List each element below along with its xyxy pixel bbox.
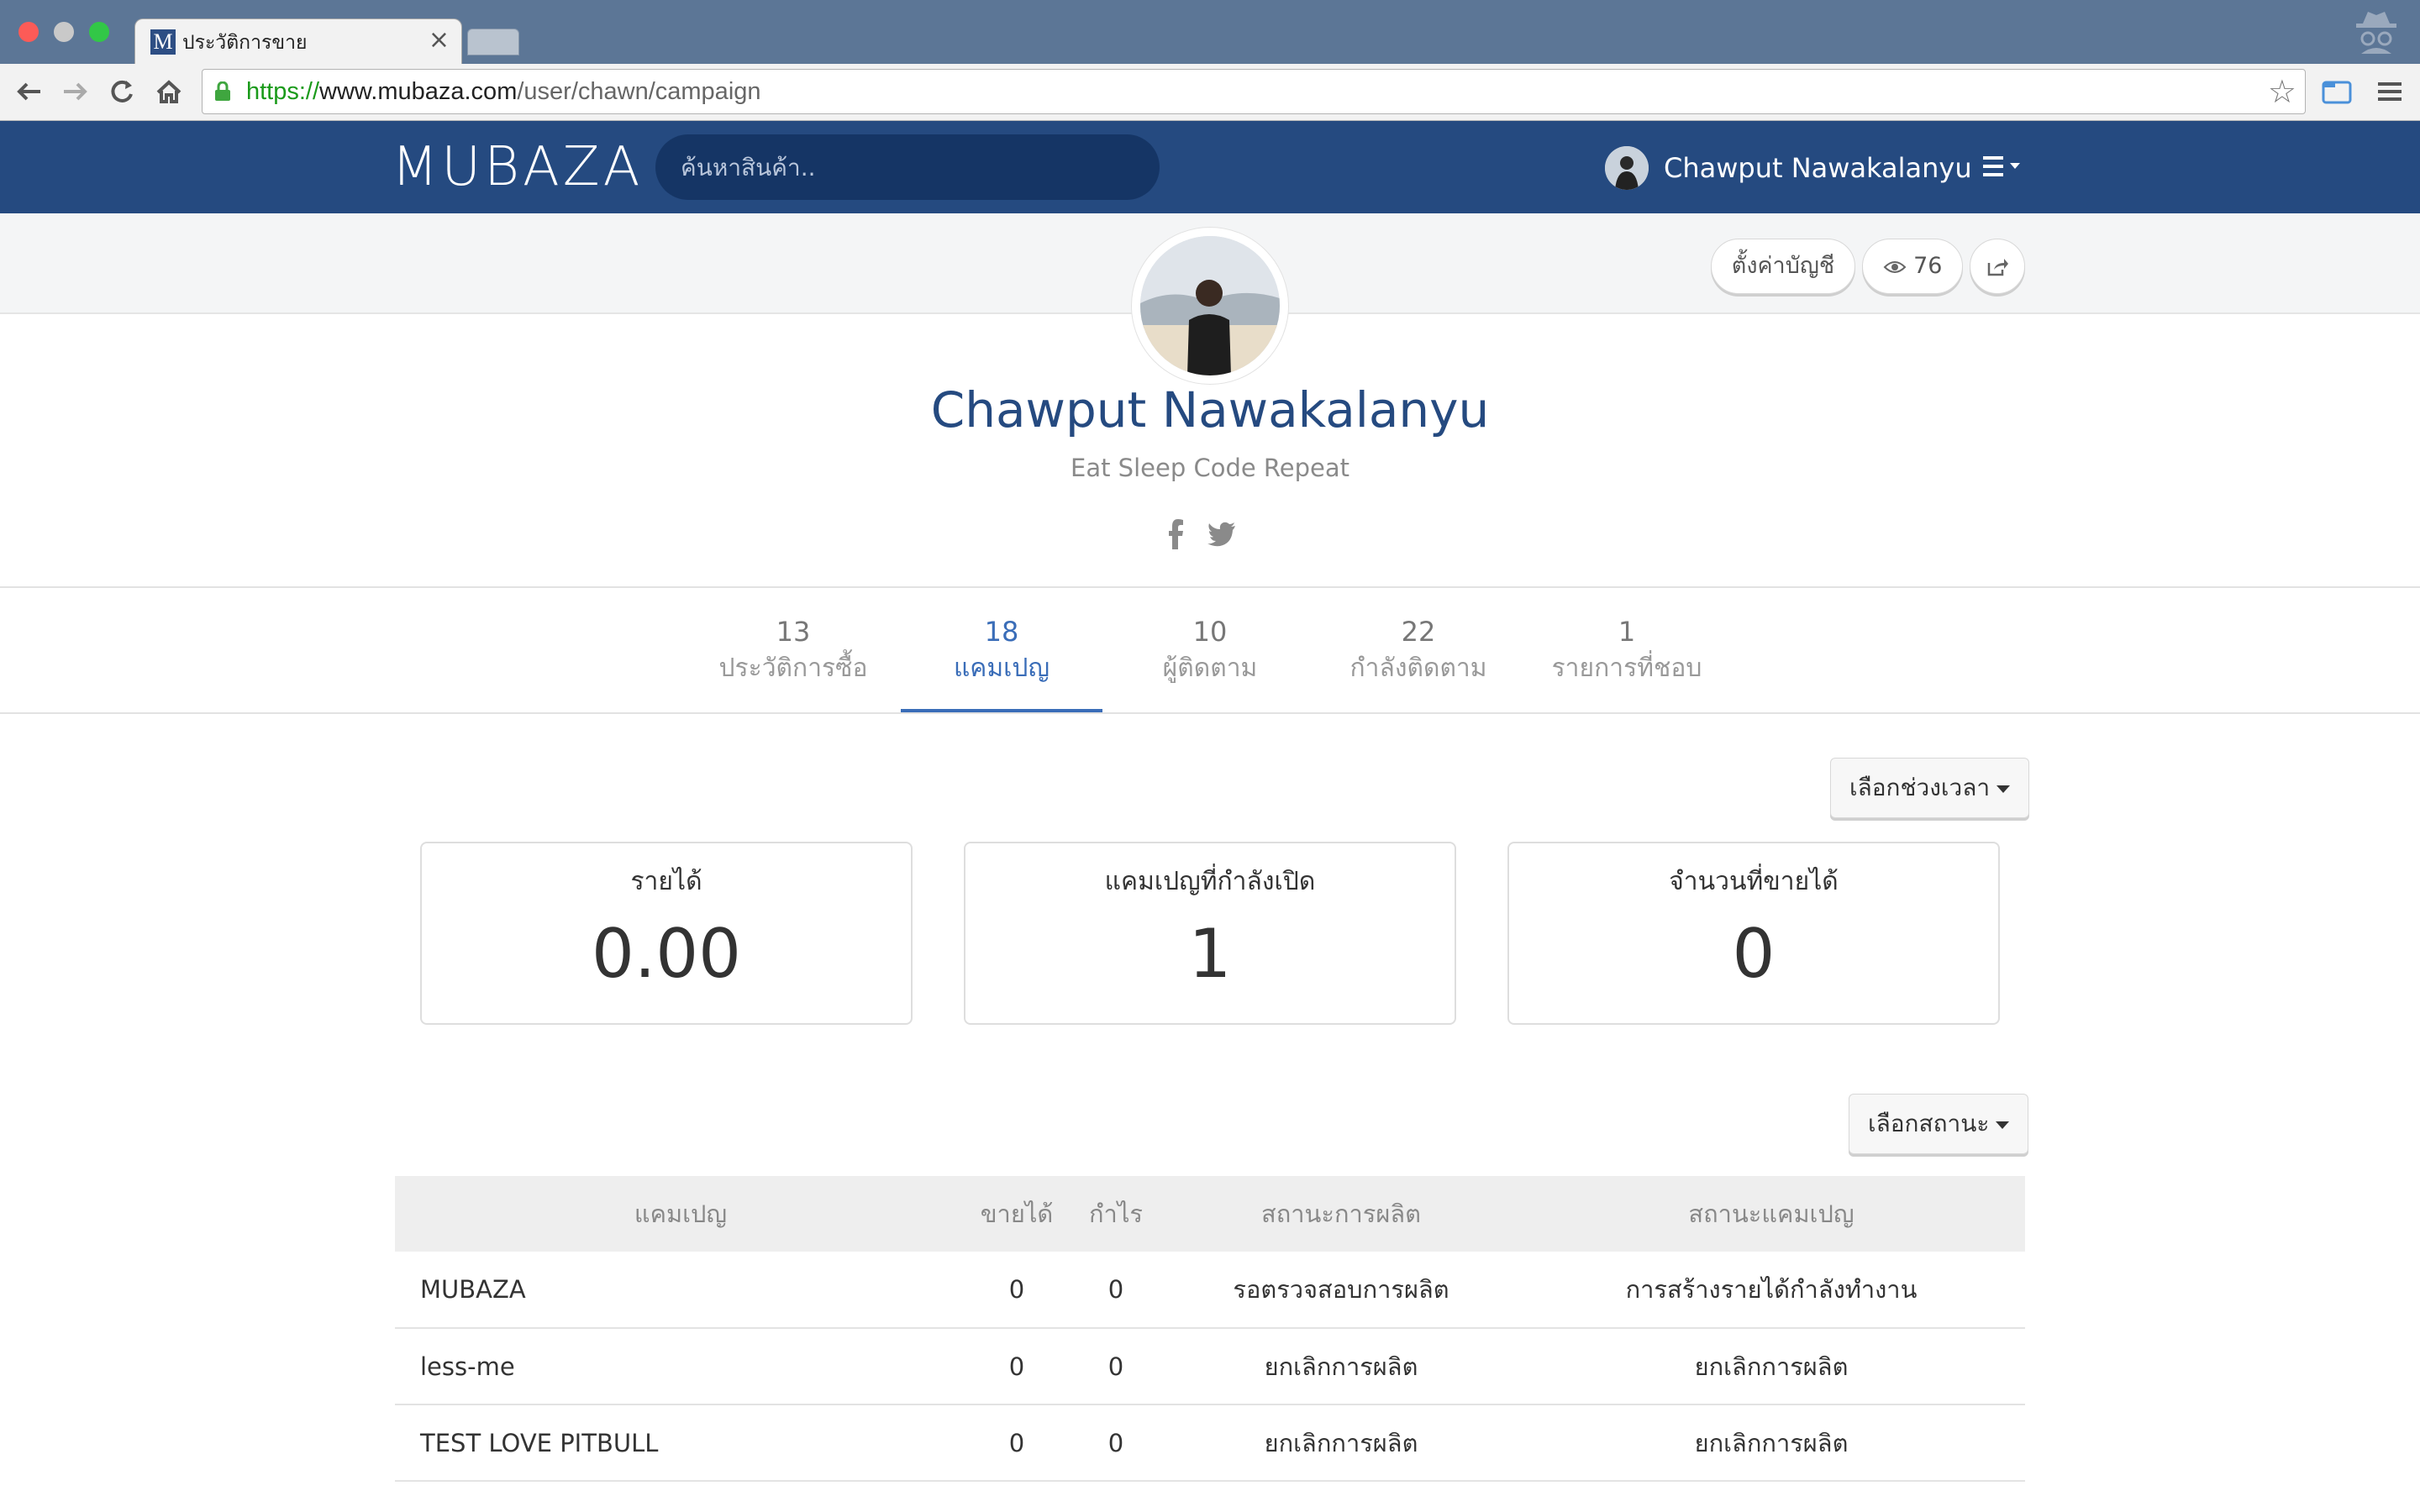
card-title: รายได้ [630, 867, 702, 896]
sold-cell: 0 [966, 1404, 1067, 1482]
card-value: 0 [1732, 915, 1776, 993]
period-dropdown-label: เลือกช่วงเวลา [1849, 774, 1991, 801]
facebook-icon[interactable] [1161, 517, 1192, 551]
tabs-divider [0, 712, 2420, 714]
card-title: จำนวนที่ขายได้ [1669, 867, 1839, 896]
profile-bio: Eat Sleep Code Repeat [1071, 454, 1349, 482]
card-value: 0.00 [591, 915, 742, 993]
tab-campaigns[interactable]: 18 แคมเปญ [901, 613, 1102, 712]
tab-count: 10 [1192, 616, 1228, 648]
header-user-name: Chawput Nawakalanyu [1664, 152, 1972, 184]
production-status-cell: ยกเลิกการผลิต [1165, 1328, 1518, 1405]
share-button[interactable] [1970, 239, 2025, 294]
new-tab-button[interactable] [467, 29, 519, 55]
tab-favorites[interactable]: 1 รายการที่ชอบ [1526, 613, 1728, 712]
profit-cell: 0 [1067, 1252, 1165, 1329]
open-campaigns-card: แคมเปญที่กำลังเปิด 1 [964, 842, 1456, 1025]
profile-name: Chawput Nawakalanyu [930, 381, 1490, 438]
tab-count: 1 [1618, 616, 1636, 648]
column-header-campaign[interactable]: แคมเปญ [395, 1176, 966, 1252]
browser-menu-icon[interactable] [2375, 76, 2405, 108]
card-value: 1 [1188, 915, 1232, 993]
profile-avatar [1131, 227, 1289, 385]
campaign-name[interactable]: MUBAZA [395, 1252, 966, 1329]
browser-tab-strip: M ประวัติการขาย × [0, 0, 2420, 66]
campaign-status-cell: ยกเลิกการผลิต [1518, 1404, 2025, 1482]
column-header-sold[interactable]: ขายได้ [966, 1176, 1067, 1252]
tab-count: 13 [776, 616, 811, 648]
tab-label: ผู้ติดตาม [1162, 654, 1258, 683]
forward-arrow-icon[interactable] [57, 74, 92, 109]
tab-label: รายการที่ชอบ [1551, 654, 1702, 683]
extension-folder-icon[interactable] [2321, 76, 2353, 108]
campaign-status-cell: การสร้างรายได้กำลังทำงาน [1518, 1252, 2025, 1329]
table-row[interactable]: TEST LOVE PITBULL 0 0 ยกเลิกการผลิต ยกเล… [395, 1404, 2025, 1482]
profile-divider [0, 586, 2420, 588]
tab-title: ประวัติการขาย [182, 31, 308, 53]
campaign-status-cell: ยกเลิกการผลิต [1518, 1328, 2025, 1405]
view-count: 76 [1913, 253, 1943, 279]
tab-count: 18 [984, 616, 1019, 648]
view-count-button[interactable]: 76 [1862, 239, 1963, 294]
tab-label: แคมเปญ [953, 654, 1050, 683]
table-row[interactable]: MUBAZA 0 0 รอตรวจสอบการผลิต การสร้างรายไ… [395, 1252, 2025, 1329]
caret-down-icon [1996, 785, 2011, 793]
search-input[interactable] [655, 134, 1160, 200]
close-window-button[interactable] [18, 22, 39, 42]
revenue-card: รายได้ 0.00 [420, 842, 913, 1025]
incognito-icon [2356, 12, 2396, 54]
tab-close-icon[interactable]: × [429, 28, 450, 53]
status-dropdown[interactable]: เลือกสถานะ [1849, 1094, 2029, 1154]
back-arrow-icon[interactable] [12, 74, 47, 109]
profit-cell: 0 [1067, 1404, 1165, 1482]
status-dropdown-label: เลือกสถานะ [1868, 1110, 1990, 1137]
maximize-window-button[interactable] [89, 22, 109, 42]
card-title: แคมเปญที่กำลังเปิด [1104, 867, 1316, 896]
tab-label: ประวัติการซื้อ [718, 654, 868, 683]
tab-label: กำลังติดตาม [1349, 654, 1487, 683]
browser-tab[interactable]: M ประวัติการขาย × [134, 18, 462, 66]
home-icon[interactable] [151, 74, 187, 109]
hamburger-menu-icon[interactable] [1980, 151, 2030, 185]
period-dropdown[interactable]: เลือกช่วงเวลา [1830, 758, 2030, 818]
table-header-row: แคมเปญ ขายได้ กำไร สถานะการผลิต สถานะแคม… [395, 1176, 2025, 1252]
production-status-cell: รอตรวจสอบการผลิต [1165, 1252, 1518, 1329]
eye-icon [1883, 260, 1906, 273]
url-text: https://www.mubaza.com/user/chawn/campai… [246, 78, 761, 105]
browser-toolbar: https://www.mubaza.com/user/chawn/campai… [0, 64, 2420, 121]
column-header-production-status[interactable]: สถานะการผลิต [1165, 1176, 1518, 1252]
campaign-name[interactable]: less-me [395, 1328, 966, 1405]
tab-following[interactable]: 22 กำลังติดตาม [1318, 613, 1519, 712]
units-sold-card: จำนวนที่ขายได้ 0 [1507, 842, 2000, 1025]
minimize-window-button[interactable] [54, 22, 74, 42]
profit-cell: 0 [1067, 1328, 1165, 1405]
avatar [1605, 146, 1649, 190]
twitter-icon[interactable] [1207, 517, 1237, 551]
site-favicon-icon: M [150, 29, 176, 55]
sold-cell: 0 [966, 1328, 1067, 1405]
campaigns-table: แคมเปญ ขายได้ กำไร สถานะการผลิต สถานะแคม… [395, 1176, 2025, 1482]
tab-count: 22 [1401, 616, 1436, 648]
production-status-cell: ยกเลิกการผลิต [1165, 1404, 1518, 1482]
lock-icon [215, 81, 230, 101]
sold-cell: 0 [966, 1252, 1067, 1329]
address-bar[interactable]: https://www.mubaza.com/user/chawn/campai… [202, 69, 2306, 114]
bookmark-star-icon[interactable]: ☆ [2268, 75, 2296, 108]
column-header-campaign-status[interactable]: สถานะแคมเปญ [1518, 1176, 2025, 1252]
campaign-name[interactable]: TEST LOVE PITBULL [395, 1404, 966, 1482]
site-header: MUBAZA Chawput Nawakalanyu [0, 121, 2420, 213]
account-settings-button[interactable]: ตั้งค่าบัญชี [1711, 239, 1855, 294]
tab-purchase-history[interactable]: 13 ประวัติการซื้อ [692, 613, 894, 712]
site-logo[interactable]: MUBAZA [392, 139, 643, 195]
reload-icon[interactable] [104, 74, 139, 109]
column-header-profit[interactable]: กำไร [1067, 1176, 1165, 1252]
table-row[interactable]: less-me 0 0 ยกเลิกการผลิต ยกเลิกการผลิต [395, 1328, 2025, 1405]
share-icon [1987, 258, 2008, 276]
caret-down-icon [1996, 1121, 2010, 1129]
tab-followers[interactable]: 10 ผู้ติดตาม [1109, 613, 1311, 712]
